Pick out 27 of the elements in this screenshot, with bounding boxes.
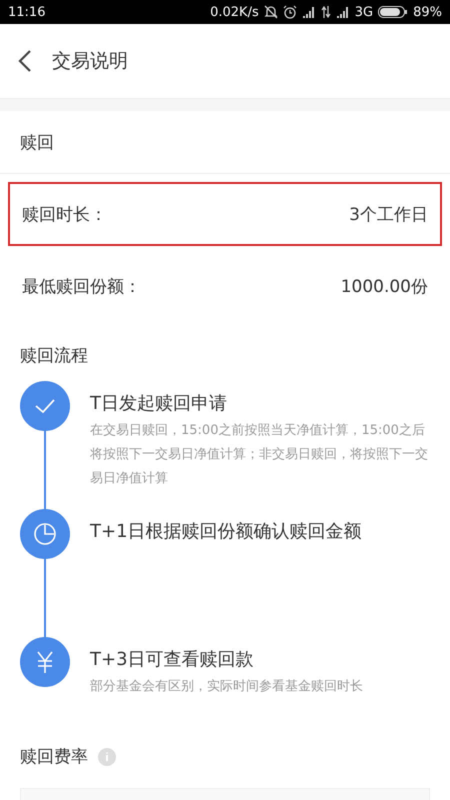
row-value: 1000.00份: [340, 276, 428, 298]
status-time: 11:16: [8, 4, 46, 20]
row-label: 赎回时长：: [22, 204, 107, 226]
network-speed: 0.02K/s: [210, 4, 259, 20]
step-description: 在交易日赎回，15:00之前按照当天净值计算，15:00之后将按照下一交易日净值计算；非交易日赎回，将按照下一交易日净值计算: [90, 422, 429, 488]
alarm-icon: [282, 5, 297, 19]
step-description: 部分基金会有区别，实际时间参看基金赎回时长: [90, 678, 363, 696]
page-title: 交易说明: [52, 49, 128, 74]
clock-icon: [33, 522, 57, 546]
mute-icon: [264, 5, 278, 19]
row-value: 3个工作日: [349, 204, 428, 226]
signal-icon: [336, 6, 350, 18]
section-title: 赎回费率: [20, 746, 88, 768]
data-arrows-icon: [320, 6, 331, 18]
battery-icon: [378, 6, 408, 18]
step-title: T日发起赎回申请: [90, 392, 228, 415]
back-button[interactable]: [18, 49, 32, 73]
section-title: 赎回流程: [19, 345, 89, 368]
network-type: 3G: [354, 4, 374, 20]
check-icon: [34, 398, 56, 414]
step-title: T+1日根据赎回份额确认赎回金额: [90, 520, 362, 543]
step-title: T+3日可查看赎回款: [90, 648, 255, 671]
battery-percent: 89%: [413, 4, 442, 20]
row-label: 最低赎回份额：: [22, 276, 141, 298]
section-title: 赎回: [0, 111, 450, 174]
signal-icon: [302, 6, 316, 18]
yen-icon: [35, 651, 55, 673]
